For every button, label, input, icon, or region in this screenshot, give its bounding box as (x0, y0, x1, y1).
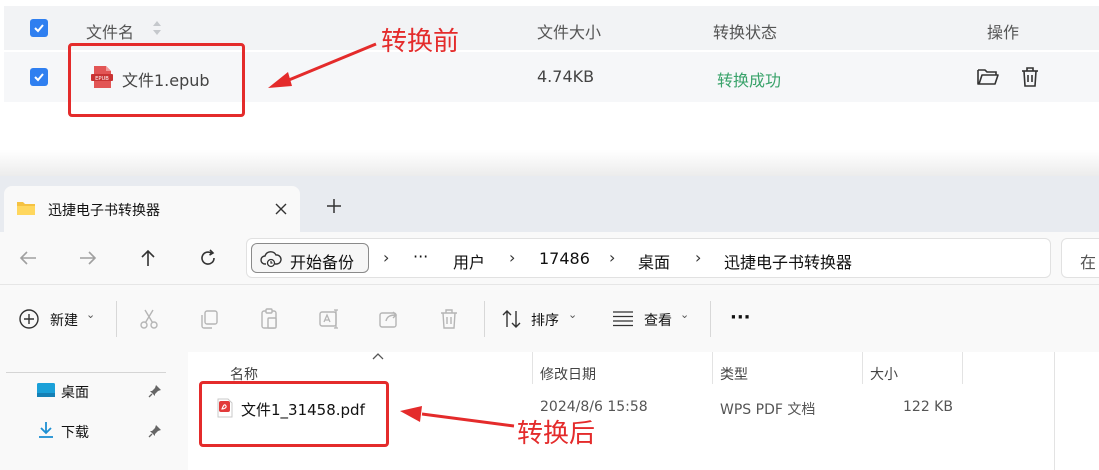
backup-button[interactable]: 开始备份 (251, 243, 369, 273)
annotation-before: 转换前 (381, 27, 460, 57)
tab-bar: 迅捷电子书转换器 (0, 176, 1099, 232)
plus-circle-icon (19, 309, 39, 329)
divider (116, 301, 117, 337)
file-size: 122 KB (903, 399, 953, 415)
rename-icon[interactable] (317, 307, 341, 331)
arrow-before (268, 42, 377, 88)
nav-item-downloads[interactable]: 下载 (0, 418, 188, 448)
chevron-down-icon: ⌄ (568, 308, 578, 321)
copy-icon[interactable] (197, 307, 221, 331)
new-tab-icon[interactable] (326, 198, 342, 214)
desktop-icon (37, 383, 55, 397)
command-bar: 新建 ⌄ 排序 ⌄ 查看 ⌄ ··· (0, 284, 1099, 352)
folder-icon (17, 202, 35, 215)
cut-icon[interactable] (137, 307, 161, 331)
breadcrumb-desktop[interactable]: 桌面 (638, 249, 670, 273)
navigation-pane: 桌面 下载 (0, 352, 188, 470)
delete-icon[interactable] (437, 307, 461, 331)
sort-icon (502, 310, 521, 328)
select-all-checkbox[interactable] (30, 19, 48, 37)
breadcrumb-users[interactable]: 用户 (453, 249, 485, 273)
divider (0, 150, 1099, 176)
column-modified[interactable]: 修改日期 (540, 364, 596, 384)
file-size: 4.74KB (537, 67, 595, 86)
open-folder-icon[interactable] (976, 65, 1000, 89)
highlight-box-before (68, 43, 245, 117)
chevron-right-icon: › (509, 248, 516, 267)
paste-icon[interactable] (257, 307, 281, 331)
breadcrumb-overflow[interactable]: ··· (413, 247, 428, 266)
column-divider[interactable] (712, 352, 713, 384)
column-divider[interactable] (862, 352, 863, 384)
divider (710, 301, 711, 337)
chevron-down-icon: ⌄ (680, 308, 690, 321)
column-status: 转换状态 (713, 23, 778, 42)
file-explorer-window: 迅捷电子书转换器 开始备份 › ··· 用户 › 17486 › 桌面 › 迅捷… (0, 176, 1099, 470)
column-file-name[interactable]: 文件名 (86, 19, 134, 43)
nav-item-desktop[interactable]: 桌面 (0, 378, 188, 408)
nav-item-label: 桌面 (61, 385, 89, 401)
converter-file-list: 文件名 文件大小 转换状态 操作 EPUB 文件1.epub 4.74KB 转换… (0, 0, 1099, 176)
view-label: 查看 (644, 313, 672, 329)
pin-icon[interactable] (148, 424, 162, 438)
nav-item-label: 下载 (61, 425, 89, 441)
chevron-right-icon: › (383, 248, 390, 267)
cloud-sync-icon (260, 251, 282, 268)
up-icon[interactable] (136, 246, 160, 270)
annotation-after: 转换后 (517, 419, 596, 449)
share-icon[interactable] (377, 307, 401, 331)
search-placeholder: 在 (1080, 253, 1097, 272)
tab-title: 迅捷电子书转换器 (48, 203, 160, 219)
sort-ascending-icon (372, 353, 384, 360)
close-icon[interactable] (274, 202, 288, 216)
divider (484, 301, 485, 337)
column-type[interactable]: 类型 (720, 364, 748, 384)
column-file-size: 文件大小 (537, 23, 602, 42)
tab-explorer[interactable]: 迅捷电子书转换器 (4, 186, 300, 232)
breadcrumb-user-folder[interactable]: 17486 (539, 249, 590, 268)
navigation-bar: 开始备份 › ··· 用户 › 17486 › 桌面 › 迅捷电子书转换器 在 (0, 232, 1099, 284)
search-input[interactable]: 在 (1061, 238, 1099, 278)
divider (6, 372, 166, 373)
chevron-right-icon: › (695, 248, 702, 267)
sort-icon[interactable] (152, 19, 162, 37)
more-options-button[interactable]: ··· (730, 307, 751, 339)
highlight-box-after (199, 381, 389, 447)
back-icon[interactable] (16, 246, 40, 270)
breadcrumb-current-folder[interactable]: 迅捷电子书转换器 (724, 249, 852, 273)
refresh-icon[interactable] (196, 246, 220, 270)
conversion-status: 转换成功 (717, 71, 782, 90)
pin-icon[interactable] (148, 384, 162, 398)
column-divider[interactable] (532, 352, 533, 384)
row-checkbox[interactable] (30, 68, 48, 86)
view-list-icon (613, 311, 633, 327)
forward-icon[interactable] (76, 246, 100, 270)
backup-label: 开始备份 (290, 253, 355, 272)
column-size[interactable]: 大小 (870, 364, 898, 384)
file-type: WPS PDF 文档 (720, 402, 816, 418)
delete-icon[interactable] (1018, 65, 1042, 89)
address-bar[interactable]: 开始备份 › ··· 用户 › 17486 › 桌面 › 迅捷电子书转换器 (246, 238, 1051, 278)
chevron-down-icon: ⌄ (86, 308, 96, 321)
new-label: 新建 (50, 313, 78, 329)
download-icon (39, 422, 53, 438)
chevron-right-icon: › (609, 248, 616, 267)
arrow-after (400, 406, 515, 428)
column-divider (1054, 352, 1055, 470)
column-divider[interactable] (962, 352, 963, 384)
sort-label: 排序 (531, 313, 559, 329)
column-actions: 操作 (987, 23, 1020, 42)
